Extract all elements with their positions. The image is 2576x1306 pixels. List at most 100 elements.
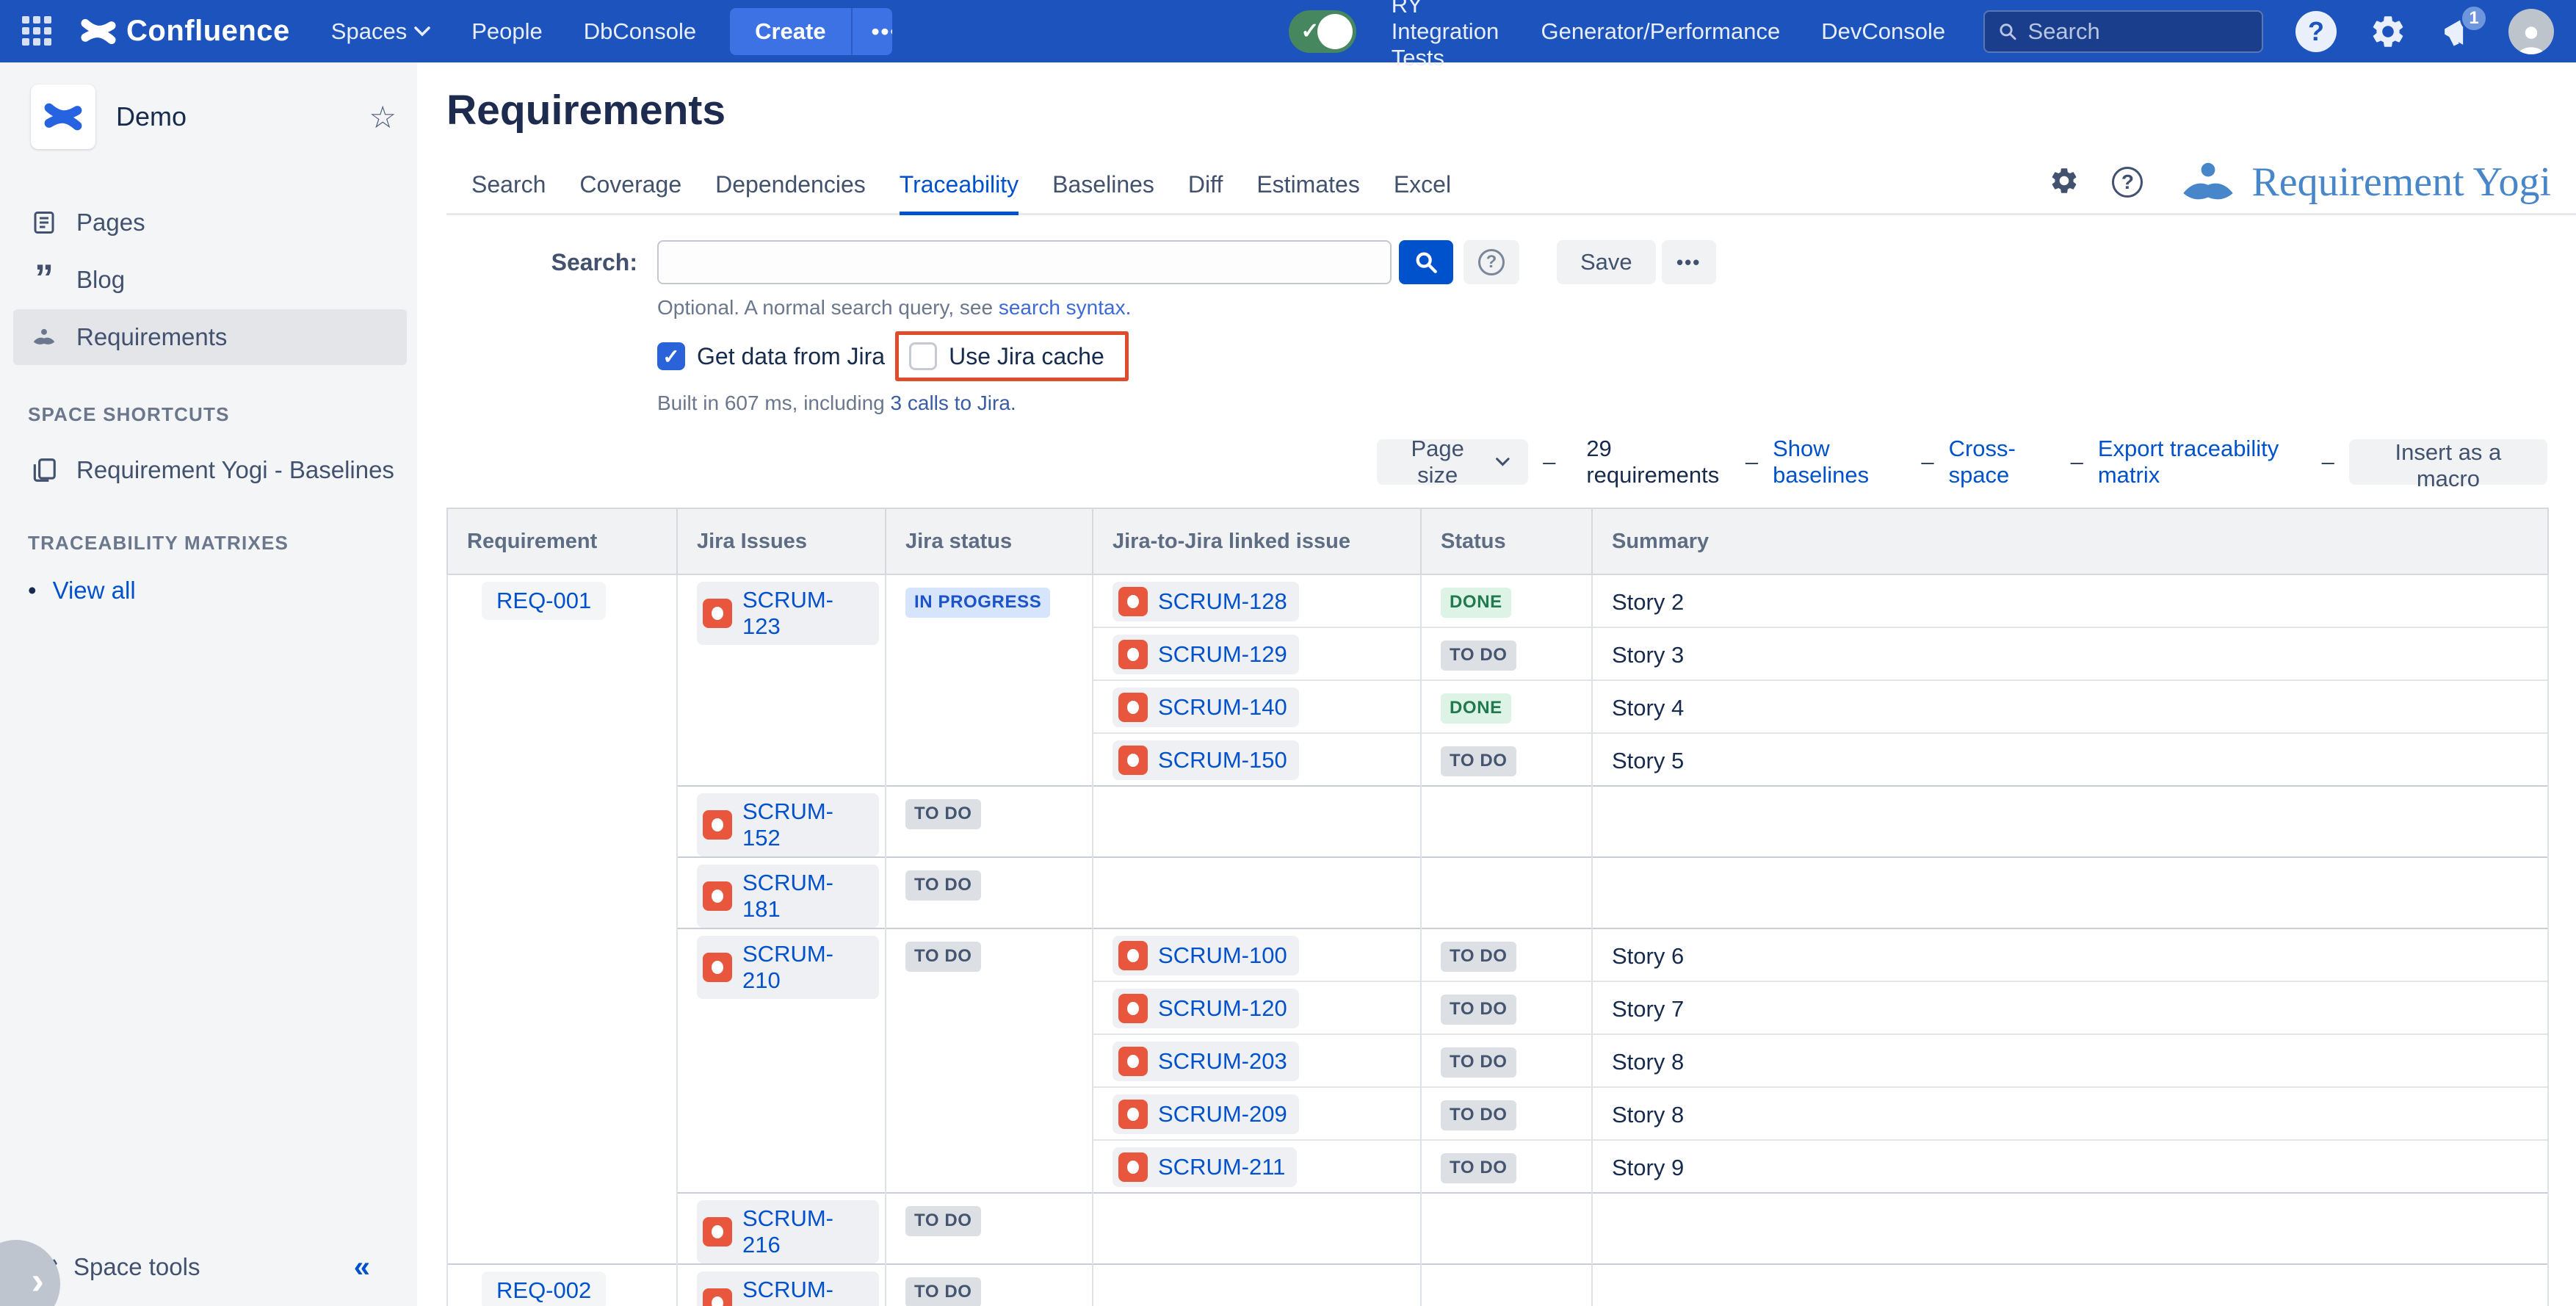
jira-issue-pill[interactable]: SCRUM-129 [1112, 635, 1299, 674]
requirement-yogi-brand[interactable]: Requirement Yogi [2175, 159, 2551, 206]
sidebar-item-requirements[interactable]: Requirements [13, 309, 407, 365]
get-data-from-jira-checkbox[interactable]: ✓ [657, 342, 685, 370]
sidebar-item-blog[interactable]: ”Blog [13, 252, 407, 308]
sidebar-item-requirement-yogi-baselines[interactable]: Requirement Yogi - Baselines [13, 447, 407, 494]
confluence-logo[interactable]: Confluence [79, 12, 290, 51]
jira-issue-link[interactable]: SCRUM-100 [1158, 942, 1287, 969]
tab-traceability[interactable]: Traceability [900, 171, 1019, 215]
bug-icon [703, 810, 732, 840]
jira-issue-link[interactable]: SCRUM-129 [1158, 641, 1287, 668]
jira-issue-link[interactable]: SCRUM-140 [1158, 694, 1287, 721]
user-menu[interactable] [2508, 9, 2554, 54]
tab-search[interactable]: Search [471, 171, 546, 213]
nav-links: RY Integration Tests Generator/Performanc… [1356, 0, 1945, 71]
search-hint: Optional. A normal search query, see sea… [657, 296, 2576, 320]
export-traceability-matrix-link[interactable]: Export traceability matrix [2098, 436, 2307, 488]
nav-dbconsole[interactable]: DbConsole [584, 18, 696, 45]
get-data-from-jira-label[interactable]: Get data from Jira [697, 343, 885, 370]
run-search-button[interactable] [1399, 240, 1453, 284]
jira-issue-link[interactable]: SCRUM-209 [1158, 1101, 1287, 1128]
cell-jira-issue: SCRUM-100 [1093, 928, 1421, 981]
sidebar-item-view-all[interactable]: • View all [28, 577, 407, 605]
use-jira-cache-checkbox[interactable] [909, 342, 937, 370]
matrix-help-button[interactable]: ? [2112, 167, 2143, 198]
tab-estimates[interactable]: Estimates [1256, 171, 1359, 213]
nav-link-ry-integration-tests[interactable]: RY Integration Tests [1392, 0, 1500, 71]
nav-link-devconsole[interactable]: DevConsole [1821, 0, 1945, 71]
jira-issue-link[interactable]: SCRUM-150 [1158, 747, 1287, 773]
space-tools-label[interactable]: Space tools [73, 1253, 354, 1281]
jira-issue-pill[interactable]: SCRUM-209 [1112, 1094, 1299, 1134]
show-baselines-link[interactable]: Show baselines [1773, 436, 1906, 488]
cell-empty [1592, 1264, 2548, 1306]
view-all-link[interactable]: View all [53, 577, 136, 605]
settings-button[interactable] [2369, 12, 2407, 51]
jira-issue-pill[interactable]: SCRUM-216 [697, 1200, 879, 1263]
star-icon[interactable]: ☆ [369, 99, 397, 135]
jira-issue-pill[interactable]: SCRUM-210 [697, 936, 879, 999]
tabs: Search Coverage Dependencies Traceability Ba… [471, 171, 1485, 213]
requirement-link[interactable]: REQ-002 [482, 1271, 606, 1306]
jira-issue-pill[interactable]: SCRUM-211 [1112, 1147, 1297, 1187]
jira-issue-pill[interactable]: SCRUM-100 [1112, 936, 1299, 975]
nav-link-generator-performance[interactable]: Generator/Performance [1541, 0, 1781, 71]
jira-calls-link[interactable]: 3 calls to Jira. [891, 392, 1016, 414]
sidebar-item-label: Blog [76, 266, 125, 294]
separator-dash: – [2322, 449, 2334, 475]
jira-issue-pill[interactable]: SCRUM-140 [1112, 688, 1299, 727]
jira-issue-pill[interactable]: SCRUM-181 [697, 865, 879, 928]
space-logo[interactable] [31, 84, 95, 149]
jira-issue-pill[interactable]: SCRUM-128 [1112, 582, 1299, 621]
tab-diff[interactable]: Diff [1188, 171, 1223, 213]
cross-space-link[interactable]: Cross-space [1949, 436, 2056, 488]
cell-summary: Story 9 [1592, 1140, 2548, 1193]
jira-issue-link[interactable]: SCRUM-211 [1158, 1154, 1285, 1180]
page-size-select[interactable]: Page size [1377, 439, 1528, 485]
query-input[interactable] [657, 240, 1392, 284]
jira-issue-link[interactable]: SCRUM-128 [1158, 588, 1287, 615]
global-search[interactable] [1983, 10, 2263, 53]
app-switcher-icon[interactable] [22, 16, 51, 47]
tab-baselines[interactable]: Baselines [1052, 171, 1154, 213]
insert-as-macro-button[interactable]: Insert as a macro [2349, 439, 2547, 485]
create-button[interactable]: Create [730, 8, 851, 55]
jira-issue-link[interactable]: SCRUM-152 [742, 798, 867, 851]
use-jira-cache-label[interactable]: Use Jira cache [949, 343, 1104, 370]
status-lozenge: TO DO [905, 1206, 981, 1236]
tab-coverage[interactable]: Coverage [579, 171, 681, 213]
jira-issue-link[interactable]: SCRUM-120 [1158, 995, 1287, 1022]
sidebar-item-pages[interactable]: Pages [13, 195, 407, 250]
nav-spaces[interactable]: Spaces [331, 18, 430, 45]
create-more-button[interactable]: ••• [851, 8, 893, 55]
requirement-link[interactable]: REQ-001 [482, 582, 606, 620]
help-button[interactable]: ? [2295, 11, 2337, 52]
yogi-icon [2175, 160, 2241, 204]
feature-toggle[interactable]: ✓ [1289, 10, 1356, 53]
space-name[interactable]: Demo [116, 101, 369, 132]
tab-excel[interactable]: Excel [1394, 171, 1451, 213]
matrix-settings-button[interactable] [2049, 165, 2080, 200]
tab-dependencies[interactable]: Dependencies [715, 171, 866, 213]
jira-issue-pill[interactable]: SCRUM-203 [1112, 1042, 1299, 1081]
jira-issue-pill[interactable]: SCRUM-150 [1112, 740, 1299, 780]
search-syntax-link[interactable]: search syntax. [999, 296, 1132, 319]
nav-people[interactable]: People [471, 18, 543, 45]
save-button[interactable]: Save [1557, 240, 1656, 284]
announcements-button[interactable]: 1 [2439, 13, 2476, 50]
save-more-button[interactable]: ••• [1662, 240, 1716, 284]
jira-issue-pill[interactable]: SCRUM-123 [697, 582, 879, 645]
jira-issue-link[interactable]: SCRUM-181 [742, 870, 867, 923]
jira-issue-link[interactable]: SCRUM-203 [1158, 1048, 1287, 1075]
global-search-input[interactable] [2028, 18, 2248, 45]
requirements-count: 29 requirements [1586, 436, 1731, 488]
jira-issue-link[interactable]: SCRUM-216 [742, 1205, 867, 1258]
search-help-button[interactable]: ? [1464, 240, 1519, 284]
collapse-sidebar-button[interactable]: « [354, 1251, 370, 1284]
cell-jira-issue: SCRUM-209 [1093, 1087, 1421, 1140]
jira-issue-link[interactable]: SCRUM-125 [742, 1277, 867, 1306]
jira-issue-link[interactable]: SCRUM-210 [742, 941, 867, 994]
jira-issue-link[interactable]: SCRUM-123 [742, 587, 867, 640]
jira-issue-pill[interactable]: SCRUM-152 [697, 793, 879, 856]
jira-issue-pill[interactable]: SCRUM-120 [1112, 989, 1299, 1028]
jira-issue-pill[interactable]: SCRUM-125 [697, 1271, 879, 1306]
